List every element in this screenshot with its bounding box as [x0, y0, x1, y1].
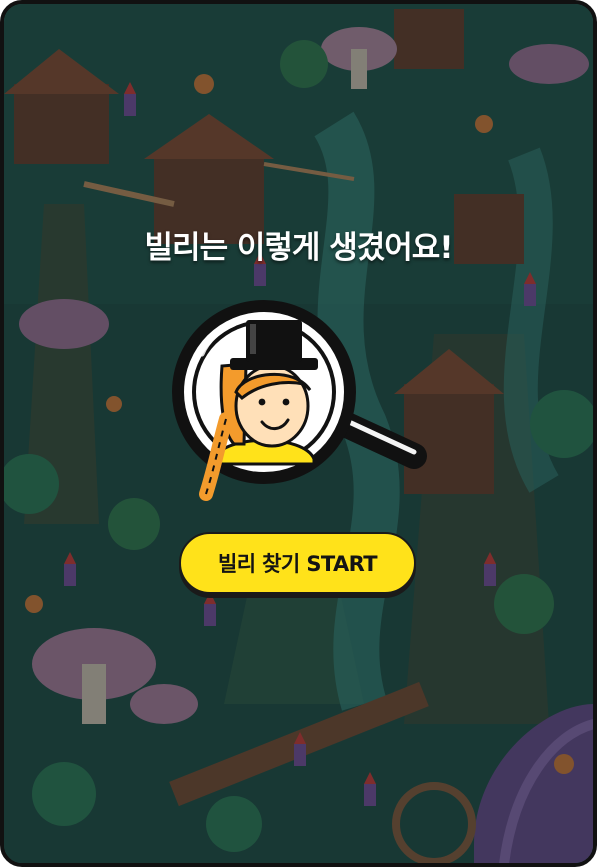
game-card: 빌리는 이렇게 생겼어요! 빌리 찾기 START [0, 0, 597, 867]
start-button-label: 빌리 찾기 START [218, 552, 378, 576]
page-title: 빌리는 이렇게 생겼어요! [144, 230, 454, 266]
magnifying-glass-icon [164, 294, 436, 506]
start-button[interactable]: 빌리 찾기 START [179, 532, 416, 594]
